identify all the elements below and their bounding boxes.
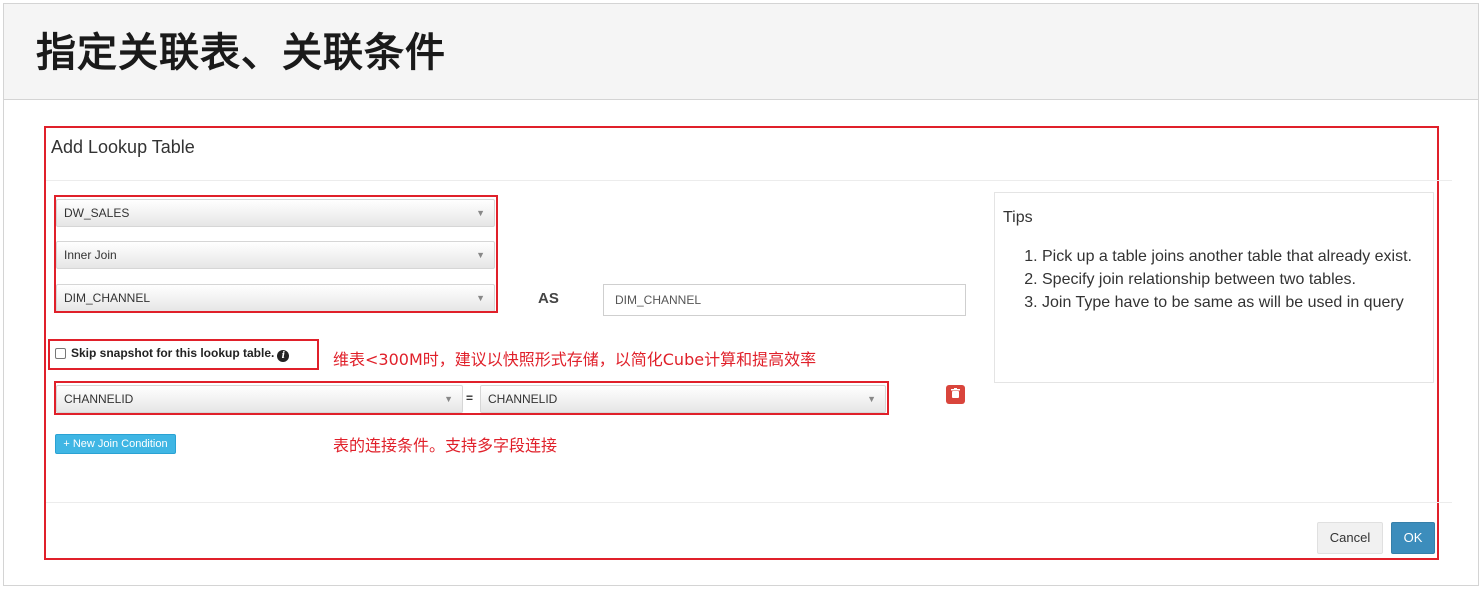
snapshot-annotation: 维表<300M时，建议以快照形式存储，以简化Cube计算和提高效率 xyxy=(333,350,817,369)
tips-item: Pick up a table joins another table that… xyxy=(1042,245,1422,268)
page-title: 指定关联表、关联条件 xyxy=(36,30,446,76)
tips-item: Specify join relationship between two ta… xyxy=(1042,268,1422,291)
alias-input[interactable] xyxy=(603,284,966,316)
ok-button[interactable]: OK xyxy=(1391,522,1435,554)
tips-item: Join Type have to be same as will be use… xyxy=(1042,291,1422,314)
cancel-button[interactable]: Cancel xyxy=(1317,522,1383,554)
tips-title: Tips xyxy=(1003,209,1033,226)
delete-join-button[interactable] xyxy=(946,385,965,404)
skip-snapshot-label: Skip snapshot for this lookup table. xyxy=(71,346,275,360)
skip-snapshot-option[interactable]: Skip snapshot for this lookup table. i xyxy=(55,345,290,362)
join-annotation: 表的连接条件。支持多字段连接 xyxy=(333,436,558,455)
join-condition-highlight xyxy=(54,381,889,415)
page-header: 指定关联表、关联条件 xyxy=(4,4,1478,100)
info-circle-icon[interactable]: i xyxy=(277,350,290,362)
new-join-condition-button[interactable]: + New Join Condition xyxy=(55,434,176,454)
modal-title: Add Lookup Table xyxy=(51,137,195,157)
as-label: AS xyxy=(538,290,559,307)
modal-header-divider xyxy=(46,180,1452,181)
tips-panel: Tips Pick up a table joins another table… xyxy=(994,192,1434,383)
skip-snapshot-checkbox[interactable] xyxy=(55,348,66,359)
trash-icon xyxy=(951,388,960,398)
table-select-highlight xyxy=(54,195,498,313)
tips-list: Pick up a table joins another table that… xyxy=(1003,245,1422,314)
modal-footer-divider xyxy=(46,502,1452,503)
